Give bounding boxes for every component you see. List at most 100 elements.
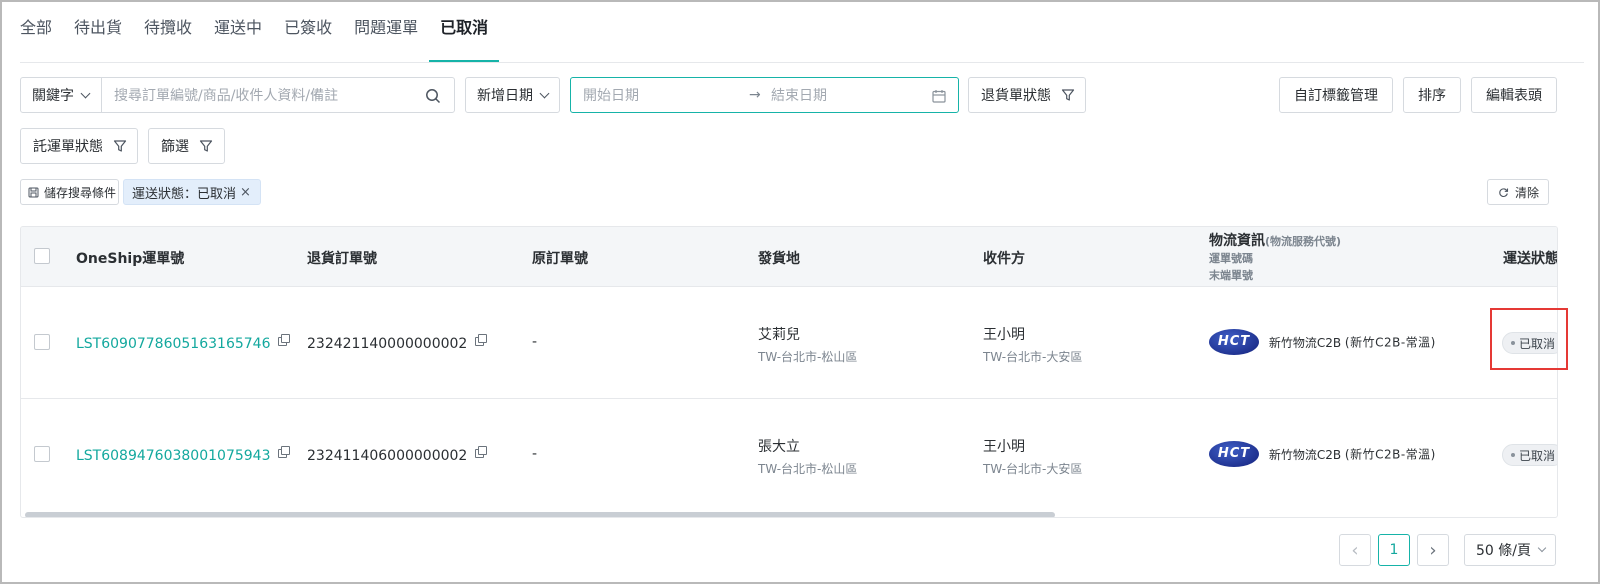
copy-icon[interactable] bbox=[278, 446, 291, 458]
logistics-cell: HCT 新竹物流C2B (新竹C2B-常溫) bbox=[1209, 441, 1436, 467]
close-icon[interactable]: × bbox=[240, 185, 251, 200]
return-status-label: 退貨單狀態 bbox=[981, 88, 1051, 104]
save-search-button[interactable]: 儲存搜尋條件 bbox=[20, 179, 119, 205]
save-icon bbox=[28, 187, 39, 197]
header-waybill-code: 運單號碼 bbox=[1209, 252, 1253, 265]
recipient-region: TW-台北市-大安區 bbox=[983, 462, 1083, 476]
active-filter-chip: 運送狀態：已取消 × bbox=[123, 179, 261, 205]
custom-tags-button[interactable]: 自訂標籤管理 bbox=[1279, 77, 1393, 113]
origin-cell: 張大立 TW-台北市-松山區 bbox=[758, 436, 857, 477]
recipient-cell: 王小明 TW-台北市-大安區 bbox=[983, 324, 1082, 365]
header-original-order-no: 原訂單號 bbox=[532, 251, 588, 267]
active-filter-label: 運送狀態：已取消 bbox=[132, 186, 237, 202]
date-range-arrow: → bbox=[749, 87, 761, 103]
sender-name: 張大立 bbox=[758, 439, 800, 455]
tab-in-transit[interactable]: 運送中 bbox=[203, 2, 273, 62]
tab-problem-waybills[interactable]: 問題運單 bbox=[343, 2, 429, 62]
page-1-button[interactable]: 1 bbox=[1378, 534, 1410, 566]
end-date-field[interactable]: 結束日期 bbox=[771, 85, 827, 105]
tab-delivered[interactable]: 已簽收 bbox=[273, 2, 343, 62]
consignment-status-filter-button[interactable]: 託運單狀態 bbox=[20, 128, 138, 164]
table-row: LST6090778605163165746 23242114000000000… bbox=[21, 287, 1557, 399]
header-oneship-no: OneShip運單號 bbox=[76, 251, 185, 267]
recipient-region: TW-台北市-大安區 bbox=[983, 350, 1083, 364]
page-size-label: 50 條/頁 bbox=[1476, 543, 1531, 559]
return-order-no: 232421140000000002 bbox=[307, 336, 468, 352]
filter-icon bbox=[113, 140, 127, 152]
status-badge: 已取消 bbox=[1502, 444, 1557, 466]
tab-pending-shipment[interactable]: 待出貨 bbox=[63, 2, 133, 62]
carrier-service: (新竹C2B-常溫) bbox=[1344, 447, 1436, 462]
status-cell: 已取消 bbox=[1502, 444, 1557, 466]
date-range-picker[interactable]: 開始日期 → 結束日期 bbox=[570, 77, 959, 113]
start-date-field[interactable]: 開始日期 bbox=[583, 85, 749, 105]
date-type-label: 新增日期 bbox=[477, 88, 533, 104]
header-last-mile-no: 末端單號 bbox=[1209, 269, 1253, 282]
copy-icon[interactable] bbox=[475, 446, 488, 458]
keyword-select[interactable]: 關鍵字 bbox=[20, 77, 102, 113]
sender-name: 艾莉兒 bbox=[758, 327, 800, 343]
copy-icon[interactable] bbox=[278, 334, 291, 346]
prev-page-button[interactable]: ‹ bbox=[1339, 534, 1371, 566]
table-row: LST6089476038001075943 23241140600000000… bbox=[21, 399, 1557, 511]
edit-columns-button[interactable]: 編輯表頭 bbox=[1471, 77, 1557, 113]
tab-pending-pickup[interactable]: 待攬收 bbox=[133, 2, 203, 62]
hct-logo: HCT bbox=[1209, 329, 1259, 355]
custom-tags-label: 自訂標籤管理 bbox=[1294, 88, 1378, 104]
carrier-service: (新竹C2B-常溫) bbox=[1344, 335, 1436, 350]
filter-button[interactable]: 篩選 bbox=[148, 128, 225, 164]
sort-button[interactable]: 排序 bbox=[1403, 77, 1461, 113]
oneship-no-cell: LST6089476038001075943 bbox=[76, 446, 291, 464]
filter-icon bbox=[199, 140, 213, 152]
horizontal-scrollbar[interactable] bbox=[25, 512, 1055, 517]
chevron-down-icon bbox=[1537, 543, 1547, 553]
calendar-icon bbox=[932, 90, 946, 103]
keyword-select-label: 關鍵字 bbox=[32, 88, 74, 104]
row-checkbox[interactable] bbox=[34, 334, 50, 350]
header-logistics-label: 物流資訊 bbox=[1209, 233, 1265, 249]
oneship-no-link[interactable]: LST6090778605163165746 bbox=[76, 336, 270, 352]
return-order-no-cell: 232411406000000002 bbox=[307, 446, 488, 464]
return-order-no: 232411406000000002 bbox=[307, 448, 468, 464]
filter-label: 篩選 bbox=[161, 139, 189, 155]
table-header: OneShip運單號 退貨訂單號 原訂單號 發貨地 收件方 物流資訊(物流服務代… bbox=[21, 227, 1557, 287]
oneship-no-link[interactable]: LST6089476038001075943 bbox=[76, 448, 270, 464]
recipient-name: 王小明 bbox=[983, 439, 1025, 455]
return-status-filter-button[interactable]: 退貨單狀態 bbox=[968, 77, 1086, 113]
original-order-no: - bbox=[532, 446, 538, 462]
search-icon[interactable] bbox=[425, 88, 441, 104]
return-order-no-cell: 232421140000000002 bbox=[307, 334, 488, 352]
header-logistics: 物流資訊(物流服務代號) 運單號碼 末端單號 bbox=[1209, 230, 1341, 284]
header-origin: 發貨地 bbox=[758, 251, 800, 267]
carrier-name: 新竹物流C2B bbox=[1268, 447, 1342, 462]
next-page-button[interactable]: › bbox=[1417, 534, 1449, 566]
highlight-box bbox=[1490, 308, 1568, 370]
sort-label: 排序 bbox=[1418, 88, 1446, 104]
tab-all[interactable]: 全部 bbox=[20, 2, 63, 62]
search-input[interactable]: 搜尋訂單編號/商品/收件人資料/備註 bbox=[101, 77, 455, 113]
status-label: 已取消 bbox=[1519, 448, 1556, 463]
oneship-no-cell: LST6090778605163165746 bbox=[76, 334, 291, 352]
hct-logo: HCT bbox=[1209, 441, 1259, 467]
header-shipping-status: 運送狀態 bbox=[1503, 251, 1558, 267]
page-size-select[interactable]: 50 條/頁 bbox=[1464, 534, 1556, 566]
header-logistics-code: (物流服務代號) bbox=[1265, 235, 1342, 248]
tab-cancelled[interactable]: 已取消 bbox=[429, 2, 500, 62]
header-return-order-no: 退貨訂單號 bbox=[307, 251, 377, 267]
status-dot bbox=[1511, 453, 1515, 457]
clear-button[interactable]: 清除 bbox=[1487, 179, 1549, 205]
origin-cell: 艾莉兒 TW-台北市-松山區 bbox=[758, 324, 857, 365]
recipient-name: 王小明 bbox=[983, 327, 1025, 343]
shipments-table: OneShip運單號 退貨訂單號 原訂單號 發貨地 收件方 物流資訊(物流服務代… bbox=[20, 226, 1558, 518]
edit-columns-label: 編輯表頭 bbox=[1486, 88, 1542, 104]
row-checkbox[interactable] bbox=[34, 446, 50, 462]
search-placeholder: 搜尋訂單編號/商品/收件人資料/備註 bbox=[114, 88, 339, 104]
consignment-status-label: 託運單狀態 bbox=[33, 139, 103, 155]
date-type-select[interactable]: 新增日期 bbox=[465, 77, 560, 113]
copy-icon[interactable] bbox=[475, 334, 488, 346]
sender-region: TW-台北市-松山區 bbox=[758, 350, 858, 364]
original-order-no: - bbox=[532, 334, 538, 350]
header-recipient: 收件方 bbox=[983, 251, 1025, 267]
chevron-down-icon bbox=[539, 88, 550, 98]
select-all-checkbox[interactable] bbox=[34, 248, 50, 264]
